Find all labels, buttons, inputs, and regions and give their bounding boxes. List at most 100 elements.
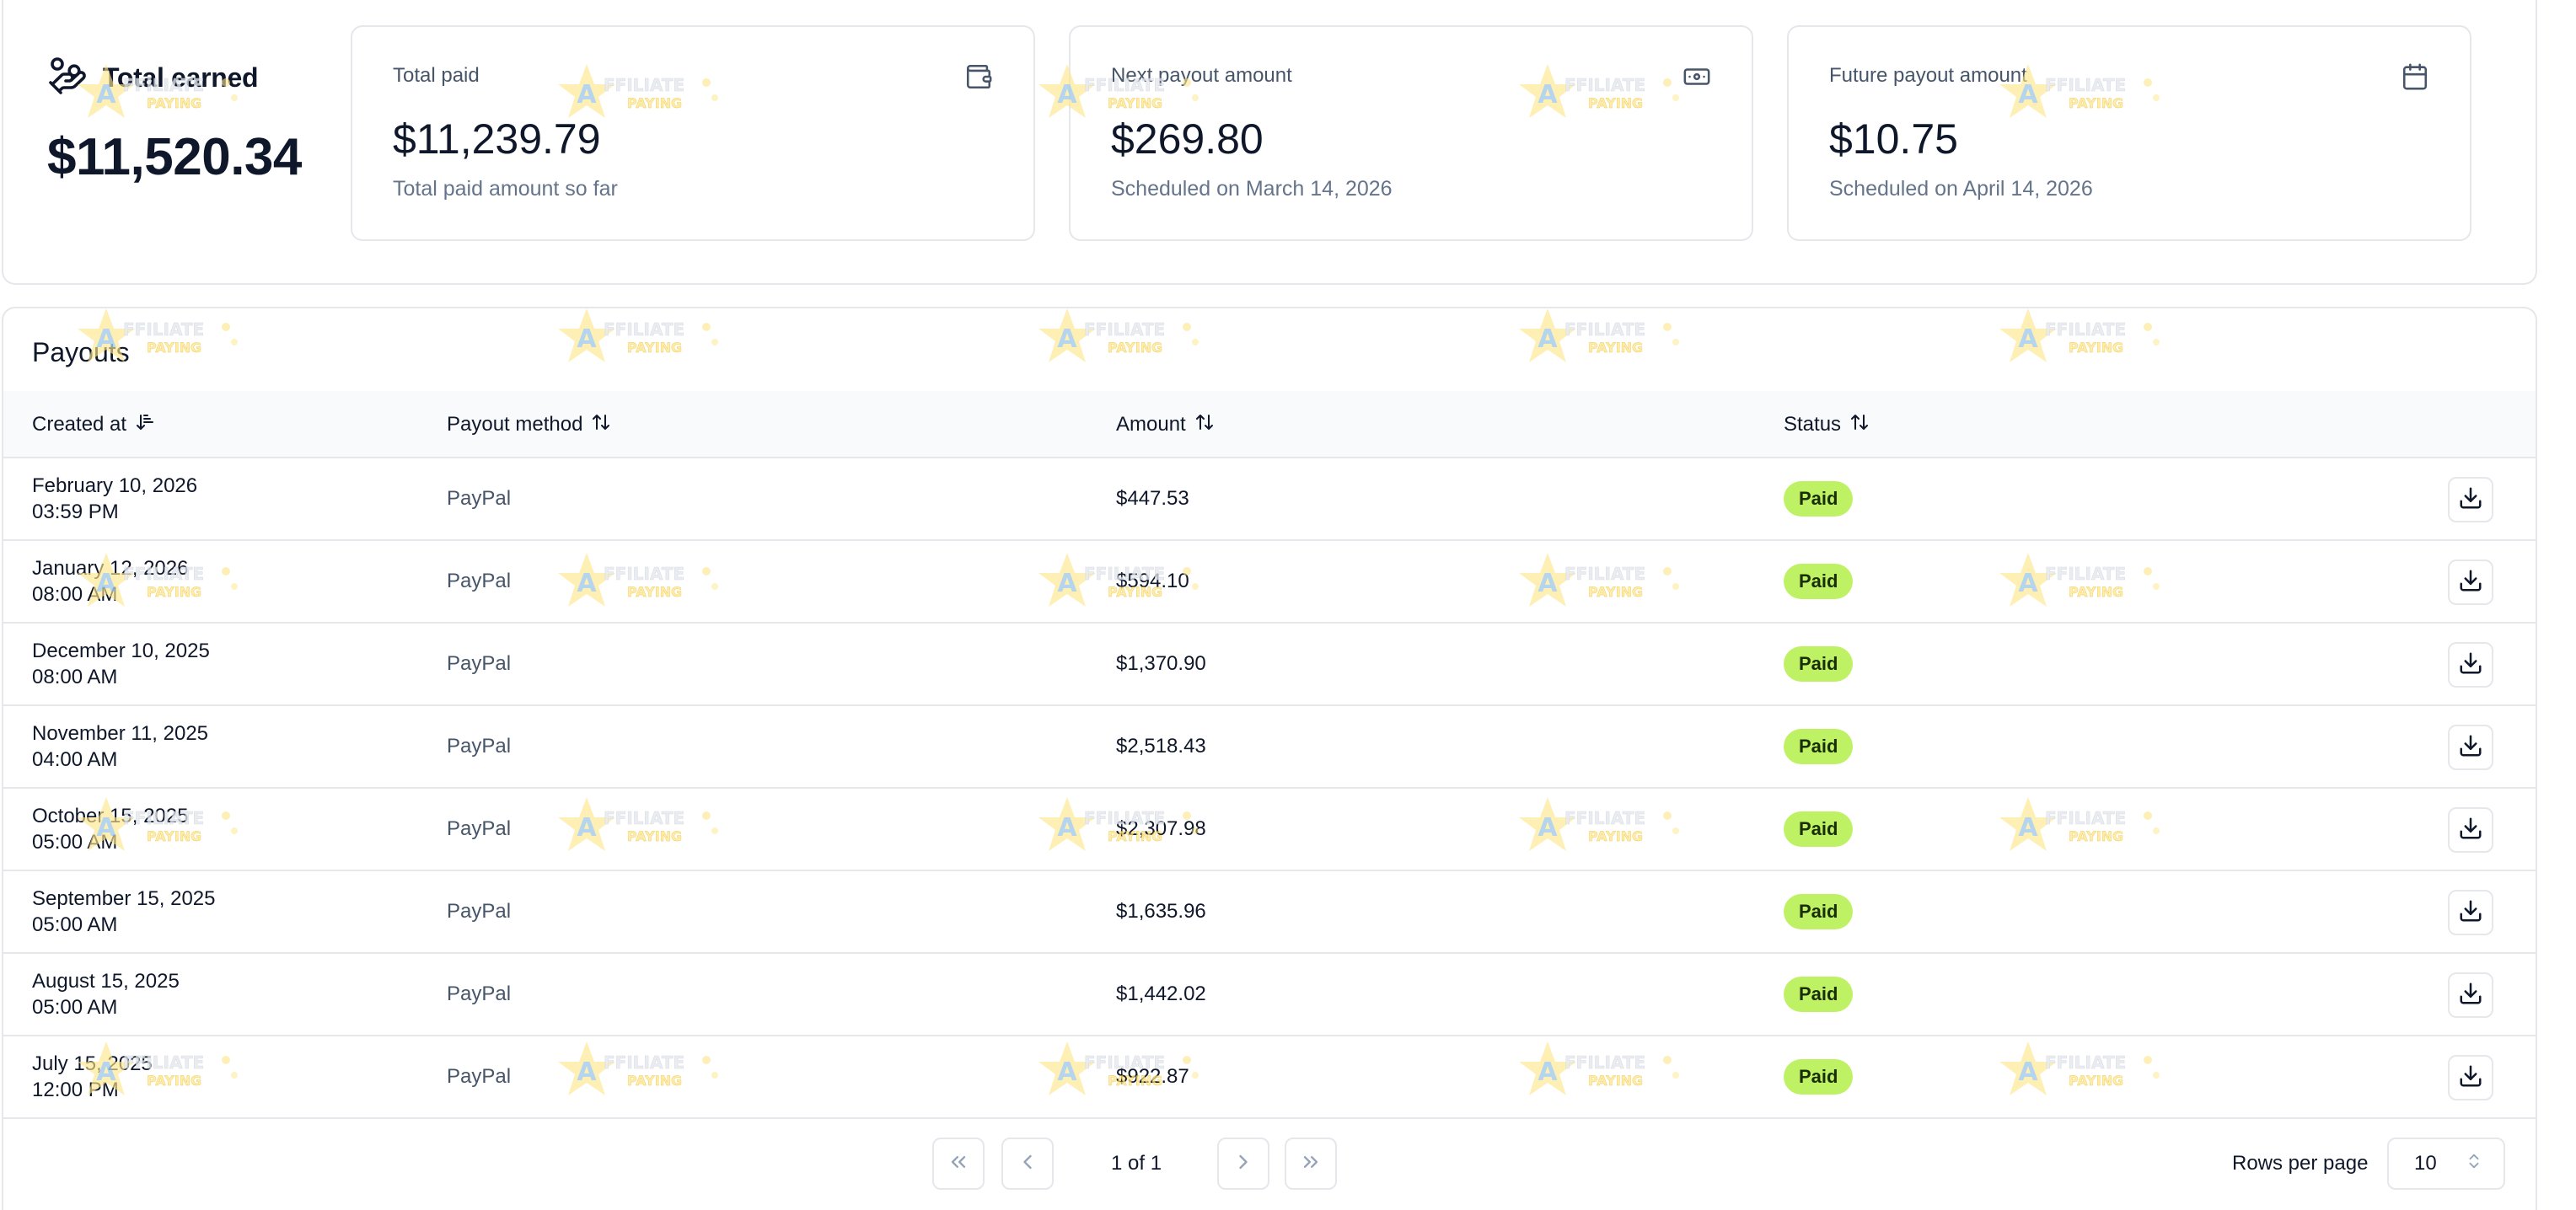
- download-icon: [2458, 568, 2483, 597]
- download-icon: [2458, 651, 2483, 680]
- created-time: 03:59 PM: [32, 501, 119, 523]
- status-badge: Paid: [1784, 729, 1854, 764]
- chevron-right-icon: [1232, 1150, 1255, 1178]
- amount-cell: $2,307.98: [1116, 817, 1206, 840]
- card-subtext: Scheduled on March 14, 2026: [1111, 177, 1393, 201]
- download-button[interactable]: [2448, 725, 2493, 770]
- last-page-button[interactable]: [1285, 1138, 1337, 1190]
- created-time: 05:00 AM: [32, 996, 118, 1019]
- column-header-payout-method[interactable]: Payout method: [447, 391, 611, 458]
- download-button[interactable]: [2448, 890, 2493, 935]
- status-badge: Paid: [1784, 811, 1854, 847]
- total-earned-amount: $11,520.34: [47, 128, 302, 186]
- status-badge: Paid: [1784, 894, 1854, 929]
- amount-cell: $594.10: [1116, 570, 1189, 592]
- earnings-summary: Total earned $11,520.34 Total paid $11,2…: [2, 0, 2537, 285]
- status-cell: Paid: [1784, 789, 1854, 870]
- sort-desc-icon: [135, 412, 155, 438]
- previous-page-button[interactable]: [1001, 1138, 1054, 1190]
- column-header-amount[interactable]: Amount: [1116, 391, 1215, 458]
- card-subtext: Total paid amount so far: [393, 177, 618, 201]
- chevron-left-icon: [1016, 1150, 1039, 1178]
- amount-cell: $1,635.96: [1116, 900, 1206, 923]
- created-at-cell: February 10, 2026 03:59 PM: [32, 458, 197, 539]
- card-label: Next payout amount: [1111, 64, 1292, 87]
- payout-method-cell: PayPal: [447, 652, 512, 675]
- status-badge: Paid: [1784, 646, 1854, 682]
- banknote-icon: [1682, 62, 1711, 91]
- total-earned: Total earned $11,520.34: [47, 56, 302, 187]
- status-cell: Paid: [1784, 871, 1854, 952]
- column-header-status[interactable]: Status: [1784, 391, 1870, 458]
- status-badge: Paid: [1784, 481, 1854, 517]
- download-icon: [2458, 733, 2483, 763]
- card-label: Future payout amount: [1829, 64, 2027, 87]
- created-date: September 15, 2025: [32, 887, 216, 910]
- created-time: 05:00 AM: [32, 831, 118, 854]
- table-row: September 15, 2025 05:00 AM PayPal $1,63…: [3, 871, 2536, 954]
- payout-method-cell: PayPal: [447, 900, 512, 923]
- rows-per-page-label: Rows per page: [2232, 1152, 2369, 1175]
- chevrons-left-icon: [947, 1150, 970, 1178]
- payouts-panel: Payouts Created at Payout method Amount: [2, 307, 2537, 1210]
- chevrons-right-icon: [1299, 1150, 1323, 1178]
- download-button[interactable]: [2448, 642, 2493, 688]
- hand-coins-icon: [47, 56, 88, 100]
- status-cell: Paid: [1784, 624, 1854, 704]
- sort-icon: [1849, 412, 1870, 438]
- status-badge: Paid: [1784, 977, 1854, 1012]
- card-label: Total paid: [393, 64, 480, 87]
- created-at-cell: October 15, 2025 05:00 AM: [32, 789, 188, 870]
- created-at-cell: August 15, 2025 05:00 AM: [32, 954, 180, 1035]
- page-indicator: 1 of 1: [1111, 1152, 1162, 1175]
- status-cell: Paid: [1784, 1036, 1854, 1117]
- created-date: January 12, 2026: [32, 557, 189, 580]
- download-icon: [2458, 485, 2483, 515]
- download-button[interactable]: [2448, 559, 2493, 605]
- sort-icon: [1194, 412, 1215, 438]
- created-at-cell: January 12, 2026 08:00 AM: [32, 541, 188, 622]
- table-row: August 15, 2025 05:00 AM PayPal $1,442.0…: [3, 954, 2536, 1036]
- rows-per-page-select[interactable]: 10: [2387, 1138, 2505, 1190]
- payout-method-cell: PayPal: [447, 735, 512, 758]
- amount-cell: $922.87: [1116, 1065, 1189, 1088]
- status-cell: Paid: [1784, 541, 1854, 622]
- created-at-cell: July 15, 2025 12:00 PM: [32, 1036, 153, 1117]
- card-subtext: Scheduled on April 14, 2026: [1829, 177, 2093, 201]
- created-time: 04:00 AM: [32, 748, 118, 771]
- amount-cell: $2,518.43: [1116, 735, 1206, 758]
- table-row: November 11, 2025 04:00 AM PayPal $2,518…: [3, 706, 2536, 789]
- payout-method-cell: PayPal: [447, 982, 512, 1005]
- rows-per-page-value: 10: [2414, 1152, 2437, 1175]
- download-button[interactable]: [2448, 1055, 2493, 1100]
- first-page-button[interactable]: [932, 1138, 985, 1190]
- created-at-cell: November 11, 2025 04:00 AM: [32, 706, 208, 787]
- table-row: October 15, 2025 05:00 AM PayPal $2,307.…: [3, 789, 2536, 871]
- table-row: December 10, 2025 08:00 AM PayPal $1,370…: [3, 624, 2536, 706]
- created-date: December 10, 2025: [32, 640, 210, 662]
- created-date: February 10, 2026: [32, 474, 198, 497]
- download-button[interactable]: [2448, 807, 2493, 853]
- chevrons-up-down-icon: [2465, 1152, 2483, 1176]
- payout-method-cell: PayPal: [447, 570, 512, 592]
- created-date: November 11, 2025: [32, 722, 209, 745]
- created-at-cell: December 10, 2025 08:00 AM: [32, 624, 210, 704]
- created-date: October 15, 2025: [32, 805, 189, 827]
- status-cell: Paid: [1784, 706, 1854, 787]
- status-cell: Paid: [1784, 458, 1854, 539]
- download-icon: [2458, 1063, 2483, 1093]
- created-time: 12:00 PM: [32, 1079, 119, 1101]
- created-at-cell: September 15, 2025 05:00 AM: [32, 871, 216, 952]
- payout-method-cell: PayPal: [447, 817, 512, 840]
- next-page-button[interactable]: [1217, 1138, 1269, 1190]
- table-header: Created at Payout method Amount Status: [3, 391, 2536, 458]
- column-header-created-at[interactable]: Created at: [32, 391, 155, 458]
- table-row: July 15, 2025 12:00 PM PayPal $922.87 Pa…: [3, 1036, 2536, 1119]
- pagination: 1 of 1 Rows per page 10: [3, 1138, 2536, 1193]
- download-button[interactable]: [2448, 972, 2493, 1018]
- download-icon: [2458, 898, 2483, 928]
- download-button[interactable]: [2448, 477, 2493, 522]
- card-value: $10.75: [1829, 115, 1958, 163]
- calendar-icon: [2401, 62, 2429, 91]
- card-value: $269.80: [1111, 115, 1264, 163]
